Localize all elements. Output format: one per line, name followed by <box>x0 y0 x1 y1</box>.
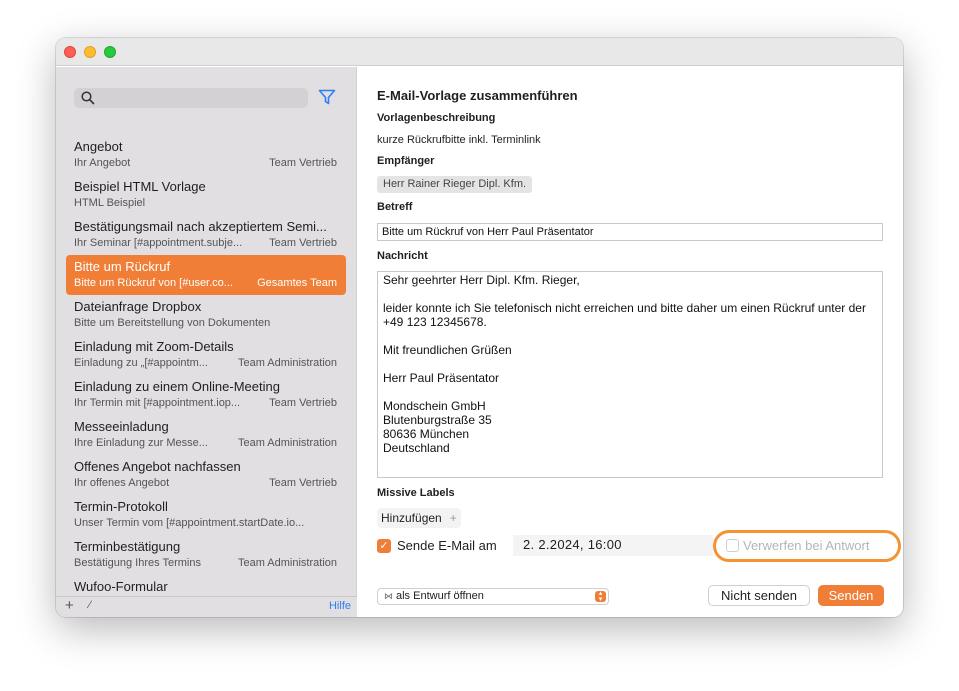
template-title: Termin-Protokoll <box>74 499 168 514</box>
template-team: Team Administration <box>237 557 337 569</box>
description-text: kurze Rückrufbitte inkl. Terminlink <box>377 134 541 146</box>
template-team: Team Vertrieb <box>269 237 337 249</box>
title-bar <box>56 38 903 66</box>
template-subject: Ihre Einladung zur Messe... <box>74 437 208 449</box>
template-subject: Einladung zu „[#appointm... <box>74 357 208 369</box>
message-label: Nachricht <box>377 250 428 262</box>
template-subject: Ihr Seminar [#appointment.subje... <box>74 237 243 249</box>
template-list-item[interactable]: Termin-Protokoll Unser Termin vom [#appoi… <box>66 495 346 535</box>
template-title: Dateianfrage Dropbox <box>74 299 202 314</box>
labels-label: Missive Labels <box>377 487 455 499</box>
template-list-item[interactable]: Terminbestätigung Bestätigung Ihres Termi… <box>66 535 346 575</box>
subject-label: Betreff <box>377 201 413 213</box>
add-template-button[interactable]: + <box>65 597 74 614</box>
open-mode-popup[interactable]: ⋈ als Entwurf öffnen ▴ ▾ <box>377 588 609 605</box>
zoom-window-button[interactable] <box>104 46 116 58</box>
template-list: Angebot Ihr Angebot Team Vertrieb Beispiel … <box>66 135 346 615</box>
template-list-item[interactable]: Einladung zu einem Online-Meeting Ihr Ter… <box>66 375 346 415</box>
help-link[interactable]: Hilfe <box>329 600 351 612</box>
template-subject: Bitte um Bereitstellung von Dokumenten <box>74 317 271 329</box>
send-button[interactable]: Senden <box>818 585 884 606</box>
template-subject: Bitte um Rückruf von [#user.co... <box>74 277 233 289</box>
page-title: E-Mail-Vorlage zusammenführen <box>377 88 578 103</box>
template-team: Team Vertrieb <box>269 157 337 169</box>
template-title: Einladung zu einem Online-Meeting <box>74 379 280 394</box>
template-subject: Ihr Angebot <box>74 157 131 169</box>
add-label-button[interactable]: Hinzufügen + <box>377 508 461 528</box>
template-team: Team Vertrieb <box>269 477 337 489</box>
edit-template-button[interactable]: ⁄ <box>89 599 91 611</box>
message-body-field[interactable]: Sehr geehrter Herr Dipl. Kfm. Rieger, le… <box>377 271 883 478</box>
chevron-updown-icon: ▴ ▾ <box>595 590 606 603</box>
minimize-window-button[interactable] <box>84 46 96 58</box>
template-subject: HTML Beispiel <box>74 197 146 209</box>
template-subject: Unser Termin vom [#appointment.startDate… <box>74 517 305 529</box>
discard-on-reply-label: Verwerfen bei Antwort <box>743 538 870 553</box>
template-title: Offenes Angebot nachfassen <box>74 459 241 474</box>
template-title: Messeeinladung <box>74 419 169 434</box>
send-date-field[interactable]: 2. 2.2024, 16:00 <box>513 535 713 556</box>
dont-send-button[interactable]: Nicht senden <box>708 585 810 606</box>
merge-panel: E-Mail-Vorlage zusammenführen Vorlagenbe… <box>358 67 903 617</box>
filter-icon[interactable] <box>318 88 336 106</box>
template-team: Team Administration <box>237 357 337 369</box>
template-team: Team Administration <box>237 437 337 449</box>
template-list-item[interactable]: Einladung mit Zoom-Details Einladung zu „… <box>66 335 346 375</box>
template-list-item[interactable]: Offenes Angebot nachfassen Ihr offenes An… <box>66 455 346 495</box>
merge-icon: ⋈ <box>384 591 393 601</box>
add-label-text: Hinzufügen <box>381 511 442 525</box>
search-input[interactable] <box>74 88 308 108</box>
app-window: Angebot Ihr Angebot Team Vertrieb Beispiel … <box>56 38 903 617</box>
send-email-checkbox[interactable]: ✓ <box>377 539 391 553</box>
open-mode-value: als Entwurf öffnen <box>396 590 484 602</box>
subject-field[interactable]: Bitte um Rückruf von Herr Paul Präsentat… <box>377 223 883 241</box>
template-list-item[interactable]: Bestätigungsmail nach akzeptiertem Semi.… <box>66 215 346 255</box>
template-list-item[interactable]: Messeeinladung Ihre Einladung zur Messe..… <box>66 415 346 455</box>
template-title: Einladung mit Zoom-Details <box>74 339 234 354</box>
discard-on-reply-checkbox[interactable] <box>726 539 739 552</box>
search-icon <box>81 91 95 105</box>
description-label: Vorlagenbeschreibung <box>377 112 496 124</box>
recipient-label: Empfänger <box>377 155 435 167</box>
sidebar-footer: + ⁄ Hilfe <box>56 596 357 617</box>
close-window-button[interactable] <box>64 46 76 58</box>
template-sidebar: Angebot Ihr Angebot Team Vertrieb Beispiel … <box>56 67 357 617</box>
template-list-item[interactable]: Bitte um Rückruf Bitte um Rückruf von [#u… <box>66 255 346 295</box>
template-subject: Ihr Termin mit [#appointment.iop... <box>74 397 241 409</box>
template-team: Gesamtes Team <box>257 277 337 289</box>
template-list-item[interactable]: Dateianfrage Dropbox Bitte um Bereitstell… <box>66 295 346 335</box>
template-subject: Ihr offenes Angebot <box>74 477 170 489</box>
template-team: Team Vertrieb <box>269 397 337 409</box>
template-title: Wufoo-Formular <box>74 579 168 594</box>
template-title: Bitte um Rückruf <box>74 259 171 274</box>
template-title: Angebot <box>74 139 123 154</box>
recipient-token[interactable]: Herr Rainer Rieger Dipl. Kfm. <box>377 176 533 193</box>
plus-icon: + <box>449 511 457 525</box>
send-email-label: Sende E-Mail am <box>397 538 497 553</box>
template-title: Beispiel HTML Vorlage <box>74 179 206 194</box>
template-title: Terminbestätigung <box>74 539 181 554</box>
template-list-item[interactable]: Angebot Ihr Angebot Team Vertrieb <box>66 135 346 175</box>
template-list-item[interactable]: Beispiel HTML Vorlage HTML Beispiel <box>66 175 346 215</box>
template-subject: Bestätigung Ihres Termins <box>74 557 201 569</box>
template-title: Bestätigungsmail nach akzeptiertem Semi.… <box>74 219 327 234</box>
